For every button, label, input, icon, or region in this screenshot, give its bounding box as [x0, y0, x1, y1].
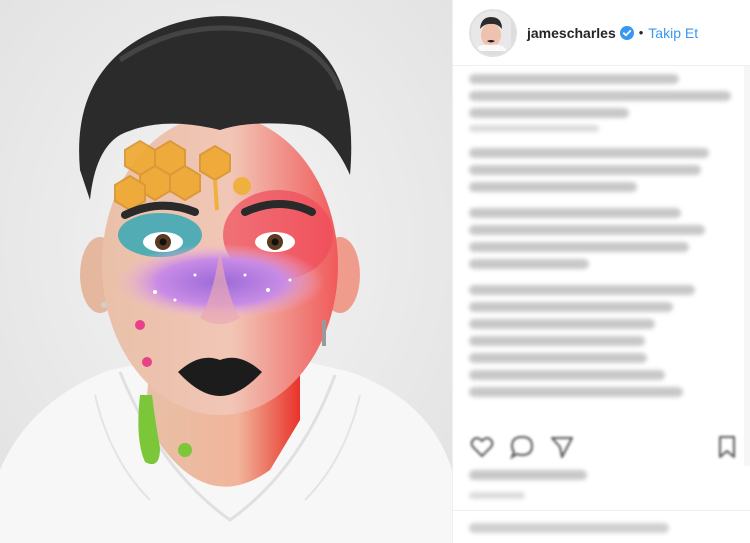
caption-line: [469, 108, 629, 118]
comment-line: [469, 165, 701, 175]
comments-list: [469, 74, 740, 404]
verified-badge-icon: [619, 25, 634, 40]
comment-line: [469, 259, 589, 269]
caption-line: [469, 74, 679, 84]
comment-line: [469, 242, 689, 252]
add-comment-input[interactable]: [469, 523, 669, 533]
avatar[interactable]: [469, 8, 517, 57]
post-action-bar: [469, 432, 740, 462]
post-photo-illustration: [0, 0, 452, 543]
comment-line: [469, 208, 681, 218]
follow-button[interactable]: Takip Et: [648, 25, 698, 41]
comment-line: [469, 285, 695, 295]
heart-icon[interactable]: [469, 434, 495, 460]
comment-icon[interactable]: [509, 434, 535, 460]
comment-line: [469, 336, 645, 346]
post-timestamp: [469, 492, 525, 499]
comment-line: [469, 387, 683, 397]
comment-line: [469, 353, 647, 363]
caption-line: [469, 91, 731, 101]
likes-count[interactable]: [469, 470, 587, 480]
post-image[interactable]: [0, 0, 452, 543]
comment-line: [469, 302, 673, 312]
add-comment-section[interactable]: [453, 510, 750, 543]
header-separator: •: [638, 25, 644, 40]
avatar-image: [471, 10, 511, 51]
post-side-panel: jamescharles • Takip Et: [452, 0, 750, 543]
post-header: jamescharles • Takip Et: [453, 0, 750, 66]
comment-line: [469, 225, 705, 235]
share-icon[interactable]: [549, 434, 575, 460]
comment-line: [469, 319, 655, 329]
comment-line: [469, 148, 709, 158]
comment-line: [469, 370, 665, 380]
comments-scrollbar[interactable]: [744, 66, 750, 466]
comment-line: [469, 182, 637, 192]
caption-timestamp: [469, 125, 599, 132]
instagram-post-view: jamescharles • Takip Et: [0, 0, 750, 543]
bookmark-icon[interactable]: [714, 434, 740, 460]
username-link[interactable]: jamescharles: [527, 25, 616, 41]
